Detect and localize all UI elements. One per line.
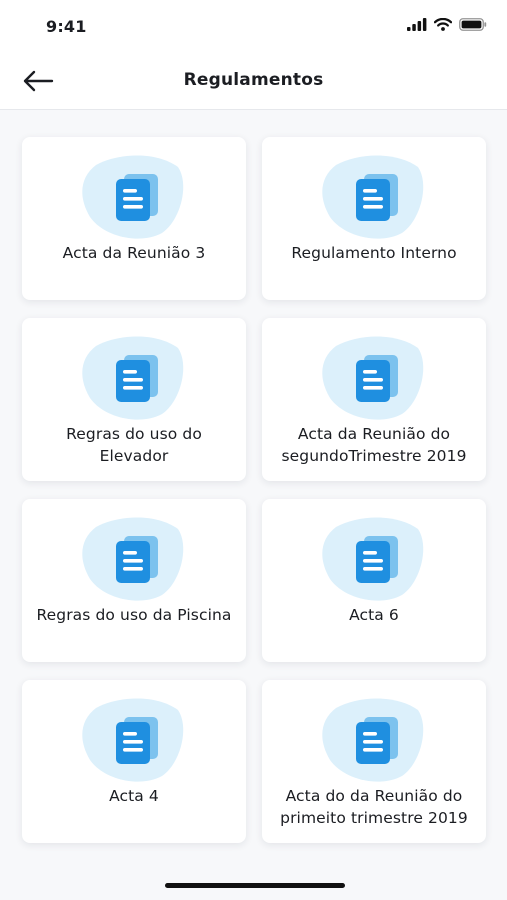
wifi-icon xyxy=(434,18,452,31)
battery-icon xyxy=(459,18,487,31)
document-icon xyxy=(322,517,424,601)
documents-grid: Acta da Reunião 3 Regulamento Interno Re… xyxy=(22,137,487,843)
document-icon xyxy=(82,517,184,601)
document-title: Acta da Reunião do segundoTrimestre 2019 xyxy=(281,425,467,465)
status-bar: 9:41 xyxy=(0,0,507,52)
document-card[interactable]: Acta da Reunião 3 xyxy=(22,137,246,300)
document-icon xyxy=(82,336,184,420)
document-icon xyxy=(322,336,424,420)
document-card[interactable]: Regulamento Interno xyxy=(262,137,486,300)
document-title: Acta do da Reunião do primeito trimestre… xyxy=(280,787,468,827)
document-icon xyxy=(82,698,184,782)
document-title: Acta 6 xyxy=(349,606,399,624)
document-card[interactable]: Regras do uso do Elevador xyxy=(22,318,246,481)
signal-icon xyxy=(407,18,427,31)
document-title: Regras do uso da Piscina xyxy=(36,606,232,624)
document-card[interactable]: Regras do uso da Piscina xyxy=(22,499,246,662)
document-icon xyxy=(82,155,184,239)
page-title: Regulamentos xyxy=(183,70,324,90)
document-card[interactable]: Acta 4 xyxy=(22,680,246,843)
document-card[interactable]: Acta 6 xyxy=(262,499,486,662)
home-indicator xyxy=(165,883,345,888)
document-title: Acta da Reunião 3 xyxy=(62,244,206,262)
document-title: Regulamento Interno xyxy=(291,244,457,262)
status-icons xyxy=(407,18,487,31)
document-card[interactable]: Acta do da Reunião do primeito trimestre… xyxy=(262,680,486,843)
document-icon xyxy=(322,698,424,782)
navigation-bar: Regulamentos xyxy=(0,52,507,110)
document-title: Regras do uso do Elevador xyxy=(66,425,202,465)
status-time: 9:41 xyxy=(46,17,87,36)
document-title: Acta 4 xyxy=(109,787,159,805)
document-card[interactable]: Acta da Reunião do segundoTrimestre 2019 xyxy=(262,318,486,481)
document-icon xyxy=(322,155,424,239)
